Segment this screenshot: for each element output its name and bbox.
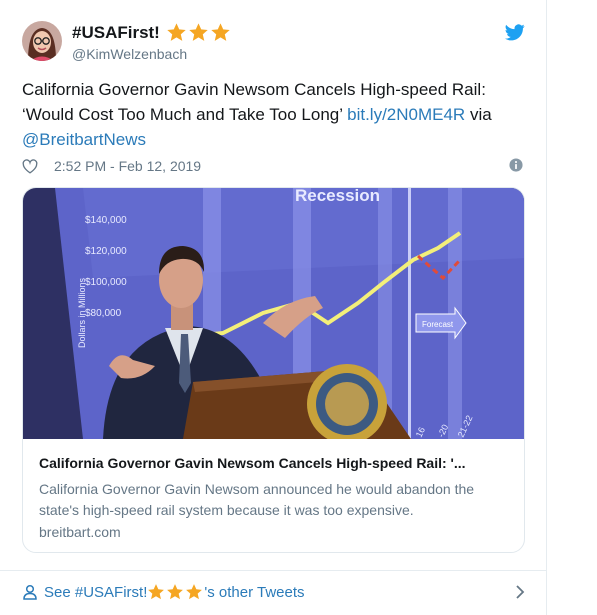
footer-label-suffix: 's other Tweets: [204, 583, 305, 601]
star-icon: [189, 23, 208, 41]
tweet-via: via: [465, 105, 492, 124]
heart-icon[interactable]: [22, 158, 38, 174]
slide-y-axis-label: Dollars in Millions: [77, 277, 87, 348]
avatar-woman-glasses-icon: [22, 21, 62, 61]
author-display-name[interactable]: #USAFirst!: [72, 22, 232, 43]
tweet-timestamp[interactable]: 2:52 PM - Feb 12, 2019: [54, 158, 201, 174]
tweet-mention[interactable]: @BreitbartNews: [22, 130, 146, 149]
card-domain: breitbart.com: [39, 524, 121, 540]
link-preview-card[interactable]: Recession $140,000 $120,000 $100,000 $80…: [22, 187, 525, 553]
twitter-bird-icon[interactable]: [505, 24, 525, 41]
see-other-tweets-link[interactable]: See #USAFirst! 's other Tweets: [22, 580, 527, 604]
avatar[interactable]: [22, 21, 62, 61]
footer-label-prefix: See #USAFirst!: [44, 583, 148, 601]
star-icon: [167, 584, 184, 600]
tweet-text: California Governor Gavin Newsom Cancels…: [22, 77, 527, 152]
star-icon: [167, 23, 186, 41]
author-username[interactable]: @KimWelzenbach: [72, 46, 187, 62]
display-name-text: #USAFirst!: [72, 22, 160, 42]
slide-y-tick: $120,000: [85, 246, 127, 257]
star-icon: [186, 584, 203, 600]
tweet-link[interactable]: bit.ly/2N0ME4R: [347, 105, 465, 124]
slide-title: Recession: [295, 188, 380, 205]
article-photo: Recession $140,000 $120,000 $100,000 $80…: [23, 188, 524, 439]
slide-forecast-label: Forecast: [422, 320, 454, 329]
slide-y-tick: $100,000: [85, 277, 127, 288]
person-icon: [23, 584, 37, 600]
embedded-tweet: #USAFirst! @KimWelzenbach California Gov…: [0, 0, 547, 615]
card-title: California Governor Gavin Newsom Cancels…: [39, 455, 466, 471]
star-icon: [211, 23, 230, 41]
slide-y-tick: $140,000: [85, 215, 127, 226]
info-icon[interactable]: [509, 158, 523, 172]
slide-y-tick: $80,000: [85, 308, 122, 319]
tweet-meta: 2:52 PM - Feb 12, 2019: [22, 156, 525, 176]
footer-divider: [0, 570, 547, 571]
star-emoji-group: [166, 22, 232, 43]
star-icon: [148, 584, 165, 600]
chevron-right-icon: [516, 585, 525, 599]
card-description: California Governor Gavin Newsom announc…: [39, 481, 475, 518]
